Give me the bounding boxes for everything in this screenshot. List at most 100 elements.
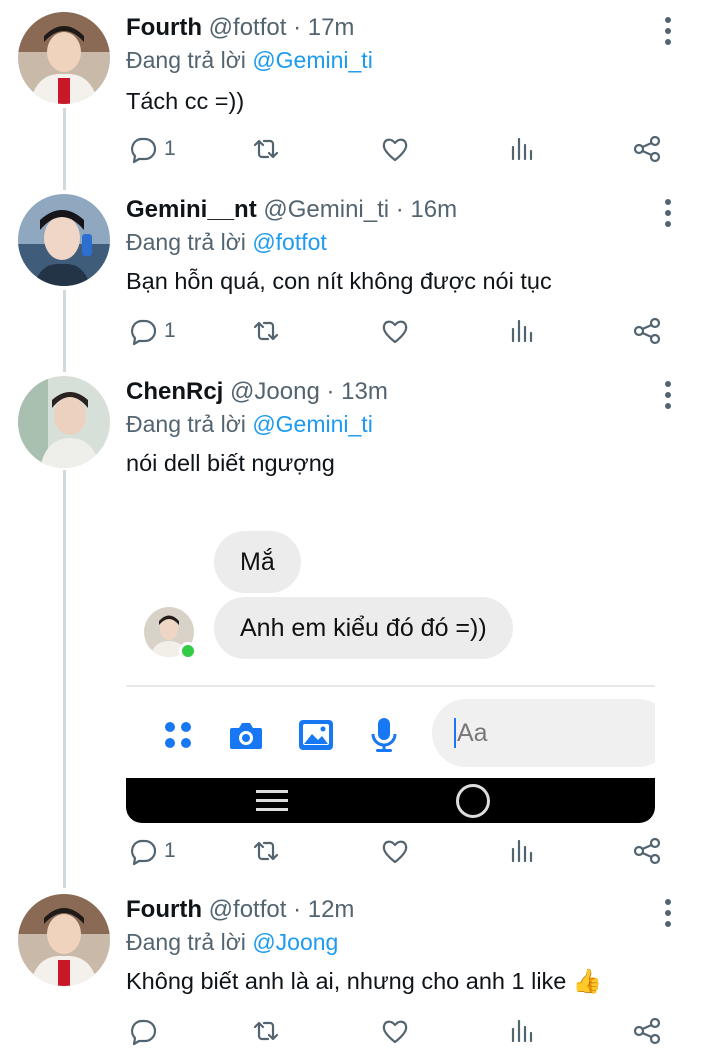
mention-link[interactable]: @Gemini_ti [252,47,373,73]
more-options-icon[interactable] [660,380,676,410]
heart-icon [382,320,408,344]
display-name[interactable]: Fourth [126,896,202,923]
handle[interactable]: @Gemini_ti [263,196,389,223]
analytics-icon [511,319,533,343]
replying-to-label: Đang trả lời [126,47,246,73]
separator: · [395,196,404,223]
avatar[interactable] [18,12,110,104]
avatar[interactable] [18,376,110,468]
share-icon [633,317,661,345]
share-icon [633,135,661,163]
chat-message-text: Anh em kiểu đó đó =)) [240,613,487,642]
more-options-icon[interactable] [660,898,676,928]
more-options-icon[interactable] [660,16,676,46]
tweet-text: Bạn hỗn quá, con nít không được nói tục [126,268,552,294]
retweet-button[interactable] [251,1014,281,1048]
action-bar: 1 [0,314,706,348]
like-button[interactable] [380,132,410,166]
tweet-text: Không biết anh là ai, nhưng cho anh 1 li… [126,968,603,994]
tweet-media-image[interactable]: Mắ Anh em kiểu đó đó =)) Aa [126,495,655,823]
replying-to-label: Đang trả lời [126,229,246,255]
share-button[interactable] [632,132,662,166]
like-button[interactable] [380,834,410,868]
replying-to: Đang trả lời @Gemini_ti [126,46,373,74]
retweet-button[interactable] [251,314,281,348]
handle[interactable]: @Joong [230,378,320,405]
reply-count: 1 [164,137,176,160]
replying-to-label: Đang trả lời [126,411,246,437]
chat-bubble: Anh em kiểu đó đó =)) [214,597,513,659]
replying-to: Đang trả lời @Joong [126,928,338,956]
retweet-icon [253,1021,279,1041]
timestamp[interactable]: 16m [410,196,457,223]
message-input[interactable]: Aa [432,699,655,767]
display-name[interactable]: Fourth [126,14,202,41]
analytics-icon [511,137,533,161]
handle[interactable]: @fotfot [209,896,287,923]
action-bar [0,1014,706,1048]
mention-link[interactable]: @Joong [252,929,338,955]
more-options-icon[interactable] [660,198,676,228]
separator: · [293,14,302,41]
reply-button[interactable]: 1 [128,132,176,166]
retweet-icon [253,841,279,861]
timestamp[interactable]: 13m [341,378,388,405]
image-icon [299,720,333,750]
reply-count: 1 [164,319,176,342]
retweet-icon [253,139,279,159]
tweet-text: nói dell biết ngượng [126,450,335,476]
retweet-button[interactable] [251,834,281,868]
text-caret [454,718,456,748]
handle[interactable]: @fotfot [209,14,287,41]
separator: · [293,896,302,923]
reply-icon [130,319,157,346]
avatar[interactable] [18,194,110,286]
reply-count: 1 [164,839,176,862]
tweet[interactable]: Fourth @fotfot · 17m Đang trả lời @Gemin… [0,0,706,180]
mention-link[interactable]: @Gemini_ti [252,411,373,437]
mention-link[interactable]: @fotfot [252,229,327,255]
views-button[interactable] [507,132,537,166]
replying-to-label: Đang trả lời [126,929,246,955]
mic-icon [371,718,397,752]
display-name[interactable]: Gemini__nt [126,196,257,223]
tweet-header: Gemini__nt @Gemini_ti · 16m [126,196,457,224]
heart-icon [382,1020,408,1044]
separator: · [326,378,335,405]
reply-icon [130,137,157,164]
heart-icon [382,138,408,162]
views-button[interactable] [507,834,537,868]
like-button[interactable] [380,314,410,348]
tweet[interactable]: Fourth @fotfot · 12m Đang trả lời @Joong… [0,882,706,1057]
action-bar: 1 [0,132,706,166]
replying-to: Đang trả lời @fotfot [126,228,327,256]
reply-button[interactable]: 1 [128,314,176,348]
retweet-button[interactable] [251,132,281,166]
chat-message-text: Mắ [240,547,275,576]
share-button[interactable] [632,314,662,348]
share-icon [633,837,661,865]
like-button[interactable] [380,1014,410,1048]
views-button[interactable] [507,314,537,348]
reply-button[interactable] [128,1014,164,1048]
views-button[interactable] [507,1014,537,1048]
online-status-dot [179,642,197,660]
share-button[interactable] [632,834,662,868]
avatar[interactable] [18,894,110,986]
timestamp[interactable]: 17m [308,14,355,41]
tweet-header: ChenRcj @Joong · 13m [126,378,388,406]
display-name[interactable]: ChenRcj [126,378,223,405]
analytics-icon [511,839,533,863]
reply-icon [130,839,157,866]
share-button[interactable] [632,1014,662,1048]
divider [126,685,655,687]
timestamp[interactable]: 12m [308,896,355,923]
tweet[interactable]: Gemini__nt @Gemini_ti · 16m Đang trả lời… [0,180,706,362]
analytics-icon [511,1019,533,1043]
action-bar: 1 [0,834,706,868]
camera-icon [230,723,262,749]
retweet-icon [253,321,279,341]
reply-button[interactable]: 1 [128,834,176,868]
tweet-text: Tách cc =)) [126,88,245,114]
heart-icon [382,840,408,864]
